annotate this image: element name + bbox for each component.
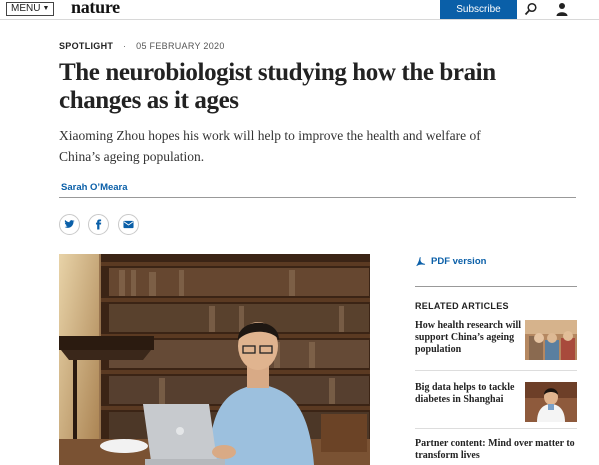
related-article[interactable]: How health research will support China’s… bbox=[415, 320, 577, 362]
user-icon[interactable] bbox=[555, 2, 569, 16]
share-email-button[interactable] bbox=[118, 214, 139, 235]
facebook-icon bbox=[95, 219, 102, 230]
email-icon bbox=[123, 220, 134, 229]
menu-label: MENU bbox=[11, 3, 41, 14]
pdf-icon bbox=[416, 257, 426, 267]
subscribe-button[interactable]: Subscribe bbox=[440, 0, 517, 19]
site-logo[interactable]: nature bbox=[71, 0, 120, 18]
pdf-link[interactable]: PDF version bbox=[415, 256, 486, 267]
menu-button[interactable]: MENU ▼ bbox=[6, 2, 55, 16]
divider bbox=[415, 370, 577, 371]
article-photo bbox=[59, 254, 370, 465]
divider bbox=[415, 428, 577, 429]
related-article[interactable]: Partner content: Mind over matter to tra… bbox=[415, 438, 577, 464]
search-icon[interactable] bbox=[524, 2, 538, 16]
article-type[interactable]: SPOTLIGHT bbox=[59, 41, 113, 51]
related-heading: RELATED ARTICLES bbox=[415, 301, 509, 311]
share-twitter-button[interactable] bbox=[59, 214, 80, 235]
related-article-title[interactable]: How health research will support China’s… bbox=[415, 320, 525, 356]
related-article-thumbnail[interactable] bbox=[525, 320, 577, 360]
pdf-label: PDF version bbox=[431, 256, 487, 267]
article-meta: SPOTLIGHT · 05 FEBRUARY 2020 bbox=[59, 41, 225, 51]
meta-separator: · bbox=[123, 41, 127, 51]
site-header: MENU ▼ nature Subscribe bbox=[0, 0, 599, 20]
share-facebook-button[interactable] bbox=[88, 214, 109, 235]
chevron-down-icon: ▼ bbox=[42, 5, 50, 12]
article-standfirst: Xiaoming Zhou hopes his work will help t… bbox=[59, 128, 481, 164]
related-article-title[interactable]: Big data helps to tackle diabetes in Sha… bbox=[415, 382, 525, 406]
article-title: The neurobiologist studying how the brai… bbox=[59, 59, 496, 114]
author-link[interactable]: Sarah O’Meara bbox=[61, 182, 128, 193]
divider bbox=[415, 286, 577, 287]
related-article-thumbnail[interactable] bbox=[525, 382, 577, 422]
divider bbox=[59, 197, 576, 198]
related-article[interactable]: Big data helps to tackle diabetes in Sha… bbox=[415, 382, 577, 424]
twitter-icon bbox=[64, 220, 75, 228]
related-article-title[interactable]: Partner content: Mind over matter to tra… bbox=[415, 438, 577, 462]
publish-date: 05 FEBRUARY 2020 bbox=[136, 41, 225, 51]
